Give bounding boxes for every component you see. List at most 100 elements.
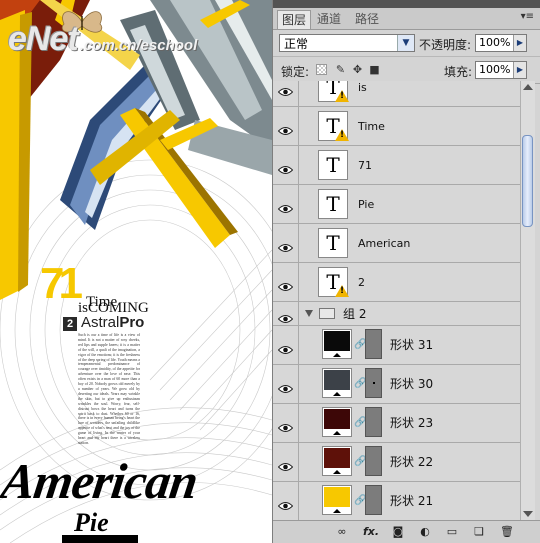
- text-layer-thumbnail: T: [318, 267, 349, 297]
- layer-row[interactable]: T Pie: [273, 185, 520, 224]
- layer-row[interactable]: T Time: [273, 107, 520, 146]
- opacity-value: 100%: [479, 36, 511, 49]
- vector-mask-thumbnail[interactable]: [365, 329, 382, 359]
- scroll-down-icon[interactable]: [523, 511, 533, 517]
- opacity-input[interactable]: 100% ▶: [475, 34, 527, 52]
- visibility-toggle[interactable]: [273, 263, 299, 301]
- lock-brush-icon[interactable]: ✎: [335, 64, 346, 75]
- add-mask-icon[interactable]: ◙: [391, 525, 405, 538]
- layer-name: American: [358, 237, 411, 250]
- group-name: 组 2: [343, 307, 367, 321]
- visibility-toggle[interactable]: [273, 81, 299, 106]
- opacity-stepper-icon[interactable]: ▶: [513, 35, 526, 51]
- trash-icon[interactable]: 🗑: [500, 525, 514, 538]
- visibility-toggle[interactable]: [273, 404, 299, 442]
- layers-list[interactable]: TisTTimeT71TPieTAmericanT2组 2🔗形状 31🔗形状 3…: [273, 81, 520, 520]
- layer-type-glyph: T: [326, 153, 340, 177]
- blend-mode-value: 正常: [284, 37, 309, 51]
- blend-mode-select[interactable]: 正常 ▼: [279, 34, 415, 52]
- group-row[interactable]: 组 2: [273, 302, 520, 326]
- layer-row[interactable]: T 71: [273, 146, 520, 185]
- eye-icon[interactable]: [277, 199, 294, 213]
- tab-channels[interactable]: 通道: [313, 10, 345, 28]
- eye-icon[interactable]: [277, 379, 294, 393]
- layer-name: 71: [358, 159, 372, 172]
- eye-icon[interactable]: [277, 496, 294, 510]
- layer-type-glyph: T: [326, 231, 340, 255]
- visibility-toggle[interactable]: [273, 224, 299, 262]
- visibility-toggle[interactable]: [273, 107, 299, 145]
- eye-icon[interactable]: [277, 340, 294, 354]
- shape-layer-thumbnail: [322, 407, 352, 437]
- shape-layer-thumbnail: [322, 329, 352, 359]
- lock-all-icon[interactable]: ■: [369, 64, 380, 75]
- eye-icon[interactable]: [277, 309, 294, 323]
- vector-mask-thumbnail[interactable]: [365, 446, 382, 476]
- layer-name: 2: [358, 276, 365, 289]
- fill-value: 100%: [479, 63, 511, 76]
- layer-row[interactable]: T2: [273, 263, 520, 302]
- article-body-text: Such is our a time of life is a view of …: [78, 333, 140, 445]
- eye-icon[interactable]: [277, 277, 294, 291]
- layer-row[interactable]: 🔗 形状 23: [273, 404, 520, 443]
- eye-icon[interactable]: [277, 121, 294, 135]
- eye-icon[interactable]: [277, 160, 294, 174]
- new-layer-icon[interactable]: ❏: [472, 525, 486, 538]
- panel-title-bar[interactable]: [273, 0, 540, 8]
- fill-input[interactable]: 100% ▶: [475, 61, 527, 79]
- lock-transparency-icon[interactable]: [316, 64, 327, 75]
- vector-mask-thumbnail[interactable]: [365, 368, 382, 398]
- visibility-toggle[interactable]: [273, 302, 299, 325]
- tab-paths[interactable]: 路径: [351, 10, 383, 28]
- link-layers-icon[interactable]: ∞: [335, 525, 349, 538]
- layer-row[interactable]: 🔗 形状 21: [273, 482, 520, 520]
- eye-icon[interactable]: [277, 238, 294, 252]
- chevron-down-icon[interactable]: ▼: [397, 35, 414, 51]
- eye-icon[interactable]: [277, 457, 294, 471]
- text-layer-thumbnail: T: [318, 81, 349, 102]
- lock-row: 锁定: ✎ ✥ ■ 填充: 100% ▶: [273, 57, 540, 84]
- layer-row[interactable]: 🔗 形状 31: [273, 326, 520, 365]
- shape-arrow-icon: [333, 509, 341, 513]
- fill-label: 填充:: [444, 65, 473, 79]
- tab-layers[interactable]: 图层: [277, 10, 312, 29]
- text-layer-thumbnail: T: [318, 111, 349, 141]
- layer-name: 形状 23: [390, 416, 434, 430]
- blend-options-row: 正常 ▼ 不透明度: 100% ▶: [273, 30, 540, 57]
- lock-label: 锁定:: [281, 65, 310, 79]
- astral-text: Astral: [81, 314, 120, 331]
- layer-row[interactable]: Tis: [273, 81, 520, 107]
- expand-triangle-icon[interactable]: [305, 310, 313, 317]
- eye-icon[interactable]: [277, 418, 294, 432]
- layer-name: 形状 21: [390, 494, 434, 508]
- visibility-toggle[interactable]: [273, 482, 299, 520]
- new-group-icon[interactable]: ▭: [445, 525, 459, 538]
- visibility-toggle[interactable]: [273, 443, 299, 481]
- layer-name: Pie: [358, 198, 375, 211]
- layer-type-glyph: T: [326, 192, 340, 216]
- fill-stepper-icon[interactable]: ▶: [513, 62, 526, 78]
- layer-row[interactable]: T American: [273, 224, 520, 263]
- shape-color-swatch: [324, 448, 350, 468]
- layer-row[interactable]: 🔗 形状 30: [273, 365, 520, 404]
- shape-color-swatch: [324, 331, 350, 351]
- layer-name: 形状 22: [390, 455, 434, 469]
- layers-scrollbar[interactable]: [520, 81, 535, 520]
- visibility-toggle[interactable]: [273, 185, 299, 223]
- vector-mask-thumbnail[interactable]: [365, 407, 382, 437]
- adjustment-layer-icon[interactable]: ◐: [418, 525, 432, 538]
- visibility-toggle[interactable]: [273, 326, 299, 364]
- lock-move-icon[interactable]: ✥: [352, 64, 363, 75]
- scroll-up-icon[interactable]: [523, 84, 533, 90]
- visibility-toggle[interactable]: [273, 365, 299, 403]
- shape-arrow-icon: [333, 470, 341, 474]
- fx-icon[interactable]: fx.: [362, 525, 380, 538]
- layer-row[interactable]: 🔗 形状 22: [273, 443, 520, 482]
- eye-icon[interactable]: [277, 82, 294, 96]
- vector-mask-thumbnail[interactable]: [365, 485, 382, 515]
- visibility-toggle[interactable]: [273, 146, 299, 184]
- scrollbar-thumb[interactable]: [522, 135, 533, 227]
- panel-menu-icon[interactable]: ▾≡: [521, 11, 534, 22]
- mask-dot: [373, 382, 375, 384]
- document-canvas[interactable]: eNet .com.cn/eschool 71 Time isCOMING 2 A…: [0, 0, 272, 543]
